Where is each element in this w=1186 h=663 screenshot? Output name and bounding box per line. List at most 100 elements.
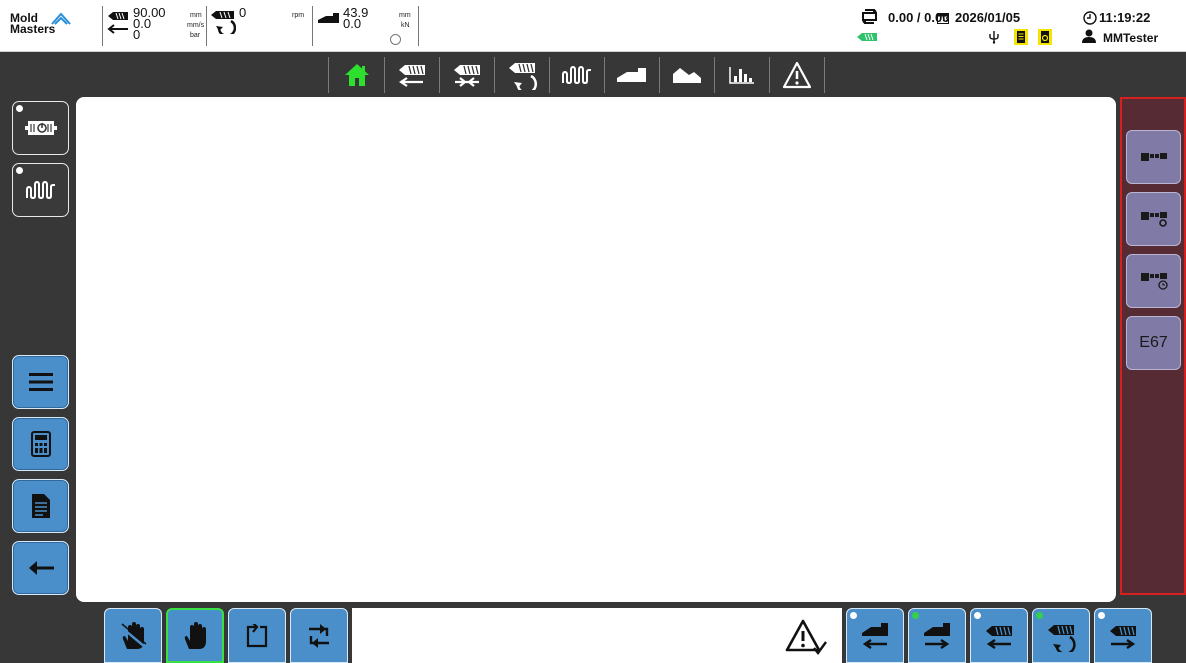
bar-chart-icon [728,67,754,84]
user-name[interactable]: MMTester [1103,31,1158,45]
carriage-back-icon [862,622,888,649]
calculator-icon [30,431,51,457]
auto-cycle-icon [309,623,329,648]
e67-button[interactable]: E67 [1126,316,1181,370]
carriage-position-unit: mm [399,12,411,19]
carriage-force-value: 0.0 [343,16,362,31]
bottom-control-bar [0,602,1186,663]
screw-rotation-icon [508,63,537,90]
unit-timer-button[interactable] [1126,254,1181,308]
heater-zones-button[interactable] [12,163,69,217]
purge-mode-button[interactable] [104,608,162,663]
area-graph-icon [672,68,701,83]
nav-hold[interactable] [439,55,494,95]
injection-pressure-unit: bar [190,32,201,39]
carriage-back-button[interactable] [846,608,904,663]
warning-icon [782,61,811,89]
brand-line2: Masters [10,22,56,36]
alarm-acknowledged-icon [785,619,827,655]
hamburger-menu-icon [28,373,53,391]
screw-rpm-value: 0 [239,5,247,20]
arrow-left-icon [107,24,128,34]
status-led [974,612,981,619]
date-value: 2026/01/05 [955,10,1021,25]
time-value: 11:19:22 [1099,10,1151,25]
unit-mode-button[interactable] [1126,130,1181,184]
carriage-forward-button[interactable] [908,608,966,663]
injection-back-icon [986,625,1012,649]
top-navigation [0,52,1186,97]
screw-rotate-button[interactable] [1032,608,1090,663]
nav-graph[interactable] [659,55,714,95]
divider [206,6,207,46]
semi-auto-button[interactable] [228,608,286,663]
nav-carriage[interactable] [604,55,659,95]
carriage-forward-icon [924,622,950,649]
divider [418,6,419,46]
divider [312,6,313,46]
manual-hand-icon [184,621,206,649]
document-icon [31,494,50,518]
back-button[interactable] [12,541,69,595]
status-bar: Mold Masters 90.00 0.0 0 mm mm/s bar 0 r… [0,0,1186,52]
status-led [1036,612,1043,619]
user-icon [1082,29,1096,43]
calendar-icon [937,13,949,24]
unit-settings-button[interactable] [1126,192,1181,246]
unit-mode-icon [1140,153,1167,161]
carriage-icon [318,13,339,23]
nav-screw[interactable] [494,55,549,95]
cycle-icon [862,9,877,24]
nav-alarms[interactable] [769,55,824,95]
injection-speed-unit: mm/s [187,22,205,29]
injection-back-button[interactable] [970,608,1028,663]
auto-cycle-button[interactable] [290,608,348,663]
injection-forward-button[interactable] [1094,608,1152,663]
unit-settings-icon [1140,212,1167,227]
usb-icon [989,31,999,44]
e67-label: E67 [1139,334,1168,351]
status-led [1098,612,1105,619]
heater-zones-icon [561,66,591,84]
nav-heaters[interactable] [549,55,604,95]
nav-divider [824,57,825,93]
injection-forward-icon [1110,625,1136,649]
brand-logo: Mold Masters [10,10,90,42]
manual-mode-button[interactable] [166,608,224,663]
nav-home[interactable] [329,55,384,95]
status-led [16,167,23,174]
document-alert-icon [1014,29,1028,45]
injection-pressure-value: 0 [133,27,141,42]
semi-auto-icon [246,623,268,647]
status-indicator-circle [390,34,401,45]
calculator-button[interactable] [12,417,69,471]
status-led [912,612,919,619]
heaters-power-button[interactable] [12,101,69,155]
logo-mark-icon [51,12,71,25]
unit-timer-icon [1140,273,1168,290]
document-button[interactable] [12,479,69,533]
status-led [850,612,857,619]
injection-unit-icon [108,12,128,20]
nav-injection[interactable] [384,55,439,95]
hold-pressure-icon [453,65,480,87]
screw-rotate-icon [1048,624,1076,652]
nav-statistics[interactable] [714,55,769,95]
menu-button[interactable] [12,355,69,409]
carriage-force-unit: kN [401,22,410,29]
heater-zones-icon [25,181,55,199]
carriage-icon [616,68,646,82]
purge-hand-icon [120,621,147,649]
alarm-message-field[interactable] [352,608,842,663]
home-icon [344,64,369,86]
back-arrow-icon [28,561,54,575]
main-content-area [76,97,1116,602]
storage-alert-icon [1038,29,1052,45]
screw-rpm-unit: rpm [292,12,305,19]
right-tool-panel: E67 [1120,97,1186,595]
clock-icon [1083,11,1097,25]
injection-position-unit: mm [190,12,202,19]
status-led [16,105,23,112]
divider [102,6,103,46]
injection-icon [398,65,425,87]
